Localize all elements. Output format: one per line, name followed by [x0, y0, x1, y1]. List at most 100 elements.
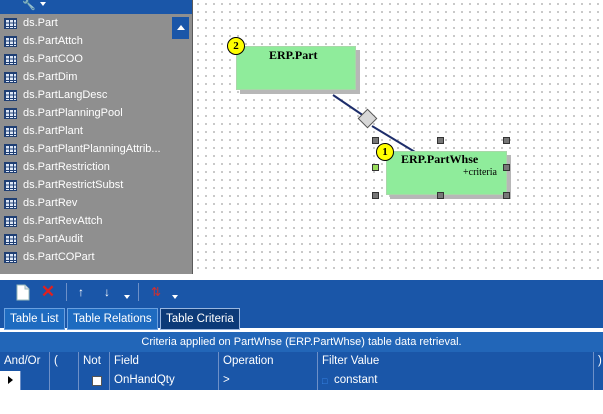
list-item-label: ds.PartRestriction	[23, 161, 110, 173]
list-item-label: ds.PartDim	[23, 71, 78, 83]
list-item-label: ds.PartPlantPlanningAttrib...	[23, 143, 161, 155]
node-title: ERP.PartWhse	[401, 152, 479, 166]
list-item-label: ds.PartCOPart	[23, 251, 95, 263]
resize-handle[interactable]	[503, 192, 510, 199]
table-icon	[4, 162, 17, 173]
list-toolbar: 🔧	[0, 0, 192, 14]
resize-handle[interactable]	[503, 164, 510, 171]
resize-handle[interactable]	[372, 192, 379, 199]
table-icon	[4, 72, 17, 83]
table-icon	[4, 18, 17, 29]
cell-close-paren[interactable]	[594, 371, 603, 390]
list-item-label: ds.PartPlanningPool	[23, 107, 123, 119]
node-criteria-label: +criteria	[463, 167, 497, 178]
toolbar-separator	[66, 283, 67, 301]
list-item[interactable]: ds.Part	[0, 14, 172, 32]
chevron-down-icon[interactable]	[124, 295, 130, 299]
cell-open-paren[interactable]	[50, 371, 79, 390]
table-node-erp-partwhse[interactable]: ERP.PartWhse +criteria	[386, 151, 507, 195]
list-item-label: ds.PartAttch	[23, 35, 83, 47]
table-icon	[4, 216, 17, 227]
node-title: ERP.Part	[269, 48, 318, 62]
list-item[interactable]: ds.PartPlantPlanningAttrib...	[0, 140, 172, 158]
column-header-open-paren[interactable]: (	[50, 352, 79, 371]
table-list: ds.Part ds.PartAttch ds.PartCOO ds.PartD…	[0, 14, 172, 274]
toolbar-separator	[138, 283, 139, 301]
tools-icon[interactable]: 🔧	[22, 0, 36, 11]
new-document-icon[interactable]	[14, 282, 32, 302]
list-item[interactable]: ds.PartAudit	[0, 230, 172, 248]
chevron-down-icon[interactable]	[40, 2, 46, 6]
list-item-label: ds.PartPlant	[23, 125, 83, 137]
column-header-and-or[interactable]: And/Or	[0, 352, 50, 371]
tab-table-relations[interactable]: Table Relations	[67, 308, 158, 330]
column-header-field[interactable]: Field	[110, 352, 219, 371]
list-item[interactable]: ds.PartPlant	[0, 122, 172, 140]
table-icon	[4, 36, 17, 47]
tab-table-list[interactable]: Table List	[4, 308, 65, 330]
list-item-label: ds.PartCOO	[23, 53, 83, 65]
resize-handle[interactable]	[437, 192, 444, 199]
list-item-label: ds.PartLangDesc	[23, 89, 108, 101]
constant-value-icon: □	[322, 376, 328, 386]
list-item-label: ds.Part	[23, 17, 58, 29]
list-item[interactable]: ds.PartRev	[0, 194, 172, 212]
list-item[interactable]: ds.PartDim	[0, 68, 172, 86]
list-item-label: ds.PartRevAttch	[23, 215, 103, 227]
table-icon	[4, 108, 17, 119]
cell-operation[interactable]: >	[219, 371, 318, 390]
filter-value-text: constant	[334, 374, 378, 386]
move-down-icon[interactable]: ↓	[98, 282, 116, 302]
column-header-filter-value[interactable]: Filter Value	[318, 352, 594, 371]
table-node-erp-part[interactable]: ERP.Part	[236, 46, 356, 90]
cell-filter-value[interactable]: constant	[318, 371, 594, 390]
resize-handle[interactable]	[437, 137, 444, 144]
column-header-operation[interactable]: Operation	[219, 352, 318, 371]
list-scrollbar[interactable]	[172, 14, 189, 274]
table-icon	[4, 198, 17, 209]
delete-icon[interactable]: ✕	[38, 282, 58, 302]
chevron-down-icon[interactable]	[172, 295, 178, 299]
list-item-label: ds.PartAudit	[23, 233, 83, 245]
not-checkbox[interactable]	[92, 376, 102, 386]
list-item[interactable]: ds.PartRevAttch	[0, 212, 172, 230]
cell-and-or[interactable]	[21, 371, 50, 390]
table-icon	[4, 234, 17, 245]
criteria-toolbar: ✕ ↑ ↓ ⇅	[0, 280, 603, 304]
tab-strip: Table List Table Relations Table Criteri…	[0, 304, 603, 330]
table-icon	[4, 144, 17, 155]
cell-field[interactable]: OnHandQty	[110, 371, 219, 390]
grid-empty-area[interactable]	[0, 390, 603, 414]
table-icon	[4, 126, 17, 137]
list-item[interactable]: ds.PartRestriction	[0, 158, 172, 176]
list-item[interactable]: ds.PartRestrictSubst	[0, 176, 172, 194]
diagram-canvas[interactable]: ERP.Part 2 ERP.PartWhse +criteria 1	[194, 0, 603, 274]
tab-table-criteria[interactable]: Table Criteria	[160, 308, 240, 330]
list-item[interactable]: ds.PartPlanningPool	[0, 104, 172, 122]
resize-handle[interactable]	[372, 164, 379, 171]
criteria-caption: Criteria applied on PartWhse (ERP.PartWh…	[0, 332, 603, 352]
list-item[interactable]: ds.PartAttch	[0, 32, 172, 50]
list-item[interactable]: ds.PartCOPart	[0, 248, 172, 266]
table-icon	[4, 252, 17, 263]
sort-icon[interactable]: ⇅	[146, 282, 166, 302]
scroll-up-button[interactable]	[172, 17, 189, 39]
relation-connector	[332, 94, 416, 153]
move-up-icon[interactable]: ↑	[72, 282, 90, 302]
column-header-close-paren[interactable]: )	[594, 352, 603, 371]
resize-handle[interactable]	[372, 137, 379, 144]
table-row[interactable]: OnHandQty > constant □	[0, 371, 603, 390]
table-icon	[4, 54, 17, 65]
grid-header: And/Or ( Not Field Operation Filter Valu…	[0, 352, 603, 371]
list-item[interactable]: ds.PartLangDesc	[0, 86, 172, 104]
list-item-label: ds.PartRestrictSubst	[23, 179, 124, 191]
list-item[interactable]: ds.PartCOO	[0, 50, 172, 68]
column-header-not[interactable]: Not	[79, 352, 110, 371]
table-icon	[4, 180, 17, 191]
table-icon	[4, 90, 17, 101]
row-selector-icon[interactable]	[0, 371, 21, 390]
list-item-label: ds.PartRev	[23, 197, 78, 209]
table-list-panel: 🔧 ds.Part ds.PartAttch ds.PartCOO ds.Par…	[0, 0, 193, 274]
node-order-badge: 2	[227, 37, 245, 55]
resize-handle[interactable]	[503, 137, 510, 144]
